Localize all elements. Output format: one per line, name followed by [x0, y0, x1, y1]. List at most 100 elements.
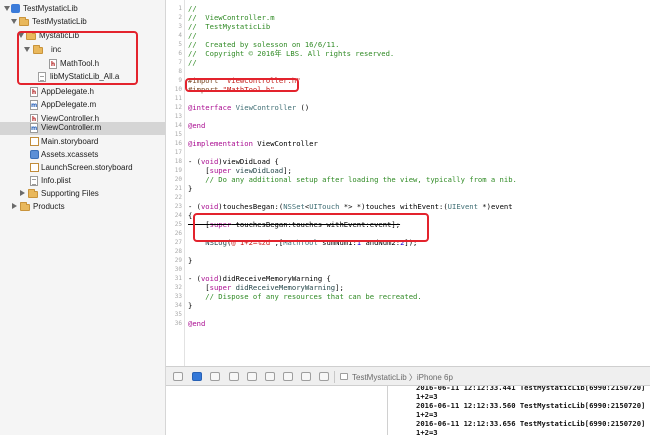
- line-number: 7: [178, 59, 182, 66]
- line-number: 1: [178, 5, 182, 12]
- line-number: 14: [174, 122, 182, 129]
- code-line[interactable]: [super viewDidLoad];: [188, 166, 292, 175]
- disclosure-triangle-icon[interactable]: [20, 190, 25, 196]
- code-line[interactable]: // Dispose of any resources that can be …: [188, 292, 421, 301]
- code-token: didReceiveMemoryWarning: [235, 283, 336, 292]
- memory-graph-icon[interactable]: [301, 372, 311, 381]
- line-number: 26: [174, 230, 182, 237]
- code-token: // Created by solesson on 16/6/11.: [188, 40, 340, 49]
- code-line[interactable]: {: [188, 211, 192, 220]
- code-line[interactable]: }: [188, 301, 192, 310]
- nav-item-project[interactable]: TestMystaticLib: [0, 3, 165, 15]
- line-number: 34: [174, 302, 182, 309]
- code-token: super: [209, 283, 232, 292]
- code-line[interactable]: }: [188, 256, 192, 265]
- code-line[interactable]: @end: [188, 319, 205, 328]
- implementation-file-icon: m: [30, 123, 38, 133]
- code-token: void: [200, 202, 219, 211]
- code-line[interactable]: //: [188, 4, 197, 13]
- code-token: ];: [335, 283, 344, 292]
- code-line[interactable]: }: [188, 184, 192, 193]
- code-token: UIEvent: [447, 202, 478, 211]
- console-line: 1+2=3: [416, 392, 438, 401]
- code-line[interactable]: - (void)touchesBegan:(NSSet<UITouch *> *…: [188, 202, 513, 211]
- code-token: NSSet: [283, 202, 305, 211]
- code-line[interactable]: @interface ViewController (): [188, 103, 309, 112]
- location-icon[interactable]: [319, 372, 329, 381]
- line-number: 21: [174, 185, 182, 192]
- breakpoints-toggle-icon[interactable]: [192, 372, 202, 381]
- nav-item-label: LaunchScreen.storyboard: [41, 163, 133, 172]
- console-output[interactable]: 2016-06-11 12:12:33.441 TestMystaticLib[…: [389, 386, 650, 435]
- code-line[interactable]: // Copyright © 2016年 LBS. All rights res…: [188, 49, 394, 58]
- debug-bar: TestMystaticLib 〉iPhone 6p: [166, 366, 650, 386]
- folder-icon: [20, 202, 30, 211]
- code-line[interactable]: // ViewController.m: [188, 13, 275, 22]
- code-token: *> *)touches withEvent:(: [339, 202, 448, 211]
- nav-item-assets[interactable]: Assets.xcassets: [0, 149, 165, 161]
- code-token: // ViewController.m: [188, 13, 275, 22]
- storyboard-icon: [30, 163, 39, 172]
- code-token: super: [209, 166, 232, 175]
- line-number: 6: [178, 50, 182, 57]
- view-hierarchy-icon[interactable]: [283, 372, 293, 381]
- disclosure-triangle-icon[interactable]: [12, 203, 17, 209]
- nav-item-group[interactable]: TestMystaticLib: [0, 16, 165, 28]
- line-number: 31: [174, 275, 182, 282]
- step-out-icon[interactable]: [265, 372, 275, 381]
- code-line[interactable]: @end: [188, 121, 205, 130]
- nav-item-appdelegate-m[interactable]: m AppDelegate.m: [0, 99, 165, 111]
- code-line[interactable]: // Do any additional setup after loading…: [188, 175, 517, 184]
- line-number: 10: [174, 86, 182, 93]
- step-into-icon[interactable]: [247, 372, 257, 381]
- nav-item-label: Info.plist: [41, 176, 71, 185]
- code-line[interactable]: //: [188, 58, 197, 67]
- code-token: [: [188, 283, 210, 292]
- nav-item-main-storyboard[interactable]: Main.storyboard: [0, 136, 165, 148]
- code-line[interactable]: @implementation ViewController: [188, 139, 318, 148]
- line-number: 22: [174, 194, 182, 201]
- line-number: 24: [174, 212, 182, 219]
- run-destination-label: TestMystaticLib 〉iPhone 6p: [352, 373, 453, 382]
- code-token: @implementation: [188, 139, 258, 148]
- source-editor[interactable]: 1 2 3 4 5 6 7 8 9 10 11 12 13 14 15 16 17 18 19 20 21 22 23 24 2…: [166, 0, 650, 366]
- line-number: 17: [174, 149, 182, 156]
- variables-view[interactable]: [166, 386, 388, 435]
- disclosure-triangle-icon[interactable]: [11, 19, 17, 24]
- code-line[interactable]: - (void)didReceiveMemoryWarning {: [188, 274, 331, 283]
- code-line[interactable]: // TestMystaticLib: [188, 22, 270, 31]
- code-token: @end: [188, 319, 206, 328]
- nav-item-launchscreen-storyboard[interactable]: LaunchScreen.storyboard: [0, 162, 165, 174]
- console-line: 1+2=3: [416, 410, 438, 419]
- code-token: )viewDidLoad {: [218, 157, 279, 166]
- code-line[interactable]: // Created by solesson on 16/6/11.: [188, 40, 339, 49]
- header-file-icon: h: [30, 87, 38, 97]
- code-token: //: [188, 4, 197, 13]
- code-token: {: [188, 211, 193, 220]
- line-number: 32: [174, 284, 182, 291]
- nav-item-appdelegate-h[interactable]: h AppDelegate.h: [0, 86, 165, 98]
- step-over-icon[interactable]: [229, 372, 239, 381]
- hide-debug-area-icon[interactable]: [173, 372, 183, 381]
- nav-item-viewcontroller-m[interactable]: m ViewController.m: [0, 122, 165, 135]
- code-line[interactable]: //: [188, 31, 197, 40]
- highlight-box-nslog: [193, 213, 429, 242]
- code-token: // Copyright © 2016年 LBS. All rights res…: [188, 49, 395, 58]
- line-number: 8: [178, 68, 182, 75]
- line-number: 28: [174, 248, 182, 255]
- nav-item-products[interactable]: Products: [0, 201, 165, 213]
- nav-item-info-plist[interactable]: Info.plist: [0, 175, 165, 187]
- code-token: ViewController: [235, 103, 297, 112]
- line-number: 15: [174, 131, 182, 138]
- highlight-box-mystaticlib: [17, 31, 138, 85]
- code-token: viewDidLoad: [235, 166, 284, 175]
- code-token: ViewController: [257, 139, 318, 148]
- code-line[interactable]: [super didReceiveMemoryWarning];: [188, 283, 344, 292]
- disclosure-triangle-icon[interactable]: [4, 6, 10, 11]
- pause-icon[interactable]: [210, 372, 220, 381]
- code-line[interactable]: - (void)viewDidLoad {: [188, 157, 279, 166]
- line-number: 35: [174, 311, 182, 318]
- nav-item-supporting-files[interactable]: Supporting Files: [0, 188, 165, 200]
- code-token: //: [188, 31, 197, 40]
- console-line: 1+2=3: [416, 428, 438, 435]
